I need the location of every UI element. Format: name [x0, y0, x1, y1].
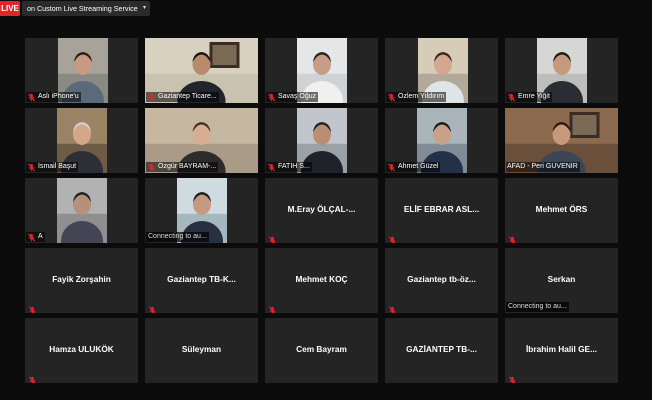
muted-mic-icon: [147, 93, 156, 102]
muted-mic-icon: [28, 302, 37, 313]
participant-tile[interactable]: Gaziantep tb-öz...: [385, 248, 498, 313]
participant-name: Özgür BAYRAM-...: [158, 163, 217, 170]
participant-name: Aslı iPhone'u: [38, 93, 79, 100]
participant-name-label: Özlem Yıldırım: [386, 92, 447, 102]
participant-name-label: Emre Yiğit: [506, 92, 552, 102]
participant-tile[interactable]: AFAD - Peri GÜVENİR: [505, 108, 618, 173]
participant-tile[interactable]: Emre Yiğit: [505, 38, 618, 103]
participant-name: Savaş Oğuz: [278, 93, 317, 100]
participant-name-label: İsmail Başut: [26, 162, 79, 172]
participant-display-name: ELİF EBRAR ASL...: [403, 204, 480, 214]
participant-tile[interactable]: GAZİANTEP TB-...: [385, 318, 498, 383]
participant-name-label: AFAD - Peri GÜVENİR: [506, 162, 580, 172]
muted-mic-icon: [27, 233, 36, 242]
muted-mic-icon: [148, 302, 157, 313]
muted-mic-icon: [508, 372, 517, 383]
participant-tile[interactable]: M.Eray ÖLÇAL-...: [265, 178, 378, 243]
participant-tile[interactable]: Gaziantep Ticare...: [145, 38, 258, 103]
participant-tile[interactable]: Aslı iPhone'u: [25, 38, 138, 103]
muted-mic-icon: [28, 372, 37, 383]
muted-mic-icon: [268, 232, 277, 243]
participant-name: FATİH S...: [278, 163, 310, 170]
participant-tile[interactable]: İbrahim Halil GE...: [505, 318, 618, 383]
connecting-status: Connecting to au...: [146, 232, 209, 242]
muted-mic-icon: [508, 232, 517, 243]
connecting-status: Connecting to au...: [506, 302, 569, 312]
participant-display-name: GAZİANTEP TB-...: [406, 344, 477, 354]
muted-mic-icon: [268, 302, 277, 313]
participant-name-label: Ahmet Güzel: [386, 162, 441, 172]
meeting-top-bar: LIVE on Custom Live Streaming Service ▾: [0, 0, 652, 20]
participant-tile[interactable]: Savaş Oğuz: [265, 38, 378, 103]
participant-name: İsmail Başut: [38, 163, 77, 170]
participant-name-label: Gaziantep Ticare...: [146, 92, 219, 102]
live-badge[interactable]: LIVE: [0, 1, 20, 16]
participant-display-name: Süleyman: [181, 344, 222, 354]
participant-name: A: [38, 233, 43, 240]
stream-service-label: on Custom Live Streaming Service: [27, 4, 138, 13]
participant-name: Gaziantep Ticare...: [158, 93, 217, 100]
participant-tile[interactable]: Özlem Yıldırım: [385, 38, 498, 103]
muted-mic-icon: [388, 232, 397, 243]
participant-display-name: Mehmet KOÇ: [295, 274, 348, 284]
participant-name-label: Aslı iPhone'u: [26, 92, 81, 102]
participant-name: Emre Yiğit: [518, 93, 550, 100]
participant-name: Ahmet Güzel: [398, 163, 439, 170]
participant-name-label: A: [26, 232, 45, 242]
participant-tile[interactable]: Serkan Connecting to au...: [505, 248, 618, 313]
participant-display-name: Gaziantep TB-K...: [167, 274, 236, 284]
participant-name-label: Özgür BAYRAM-...: [146, 162, 219, 172]
participant-tile[interactable]: Gaziantep TB-K...: [145, 248, 258, 313]
participant-tile[interactable]: Özgür BAYRAM-...: [145, 108, 258, 173]
participant-tile[interactable]: Ahmet Güzel: [385, 108, 498, 173]
muted-mic-icon: [267, 163, 276, 172]
muted-mic-icon: [147, 163, 156, 172]
participant-tile[interactable]: FATİH S...: [265, 108, 378, 173]
participant-display-name: Cem Bayram: [296, 344, 347, 354]
participant-tile[interactable]: Connecting to au...: [145, 178, 258, 243]
participant-display-name: Hamza ULUKÖK: [49, 344, 114, 354]
participant-name-label: FATİH S...: [266, 162, 312, 172]
participant-tile[interactable]: İsmail Başut: [25, 108, 138, 173]
muted-mic-icon: [507, 93, 516, 102]
participant-tile[interactable]: Hamza ULUKÖK: [25, 318, 138, 383]
muted-mic-icon: [387, 163, 396, 172]
participant-display-name: Serkan: [547, 274, 576, 284]
participant-display-name: İbrahim Halil GE...: [525, 344, 597, 354]
chevron-down-icon: ▾: [142, 5, 146, 11]
participant-tile[interactable]: Fayik Zorşahin: [25, 248, 138, 313]
participant-tile[interactable]: A: [25, 178, 138, 243]
muted-mic-icon: [27, 93, 36, 102]
participant-display-name: Fayik Zorşahin: [52, 274, 111, 284]
live-stream-menu-button[interactable]: on Custom Live Streaming Service ▾: [22, 1, 150, 16]
participant-name: Özlem Yıldırım: [398, 93, 445, 100]
muted-mic-icon: [27, 163, 36, 172]
participant-name-label: Savaş Oğuz: [266, 92, 319, 102]
participant-tile[interactable]: Mehmet KOÇ: [265, 248, 378, 313]
participant-video: [57, 178, 107, 243]
participant-tile[interactable]: Mehmet ÖRS: [505, 178, 618, 243]
participant-name: AFAD - Peri GÜVENİR: [507, 163, 578, 170]
muted-mic-icon: [388, 302, 397, 313]
participant-display-name: M.Eray ÖLÇAL-...: [287, 204, 356, 214]
muted-mic-icon: [267, 93, 276, 102]
participant-tile[interactable]: Süleyman: [145, 318, 258, 383]
muted-mic-icon: [387, 93, 396, 102]
participant-tile[interactable]: Cem Bayram: [265, 318, 378, 383]
participant-display-name: Mehmet ÖRS: [535, 204, 588, 214]
participant-tile[interactable]: ELİF EBRAR ASL...: [385, 178, 498, 243]
participant-display-name: Gaziantep tb-öz...: [407, 274, 476, 284]
